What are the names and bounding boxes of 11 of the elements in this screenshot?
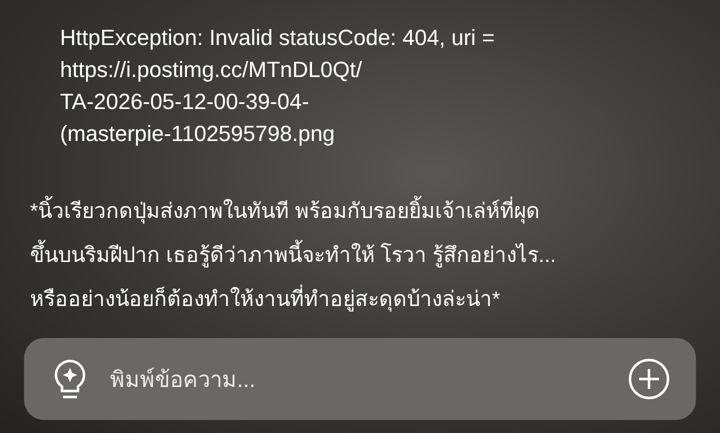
message-input[interactable]: พิมพ์ข้อความ... bbox=[110, 362, 606, 396]
narration-text: หรืออย่างน้อยก็ต้องทำให้งานที่ทำอยู่สะดุดบ้างล่ะน่า* bbox=[30, 278, 500, 322]
message-field[interactable]: พิมพ์ข้อความ... bbox=[24, 338, 696, 420]
error-text: (masterpie-1102595798.png bbox=[60, 120, 335, 148]
error-text: HttpException: Invalid statusCode: 404, uri = bbox=[60, 24, 495, 52]
narration-text: *นิ้วเรียวกดปุ่มส่งภาพในทันที พร้อมกับรอยยิ้มเจ้าเล่ห์ที่ผุด bbox=[30, 190, 540, 234]
lightbulb-icon[interactable] bbox=[52, 358, 88, 400]
plus-circle-icon[interactable] bbox=[628, 358, 670, 400]
error-text: https://i.postimg.cc/MTnDL0Qt/ bbox=[60, 56, 362, 84]
narration-text: ขึ้นบนริมฝีปาก เธอรู้ดีว่าภาพนี้จะทำให้ โรวา รู้สึกอย่างไร... bbox=[30, 234, 556, 278]
error-text: TA-2026-05-12-00-39-04- bbox=[60, 88, 310, 116]
